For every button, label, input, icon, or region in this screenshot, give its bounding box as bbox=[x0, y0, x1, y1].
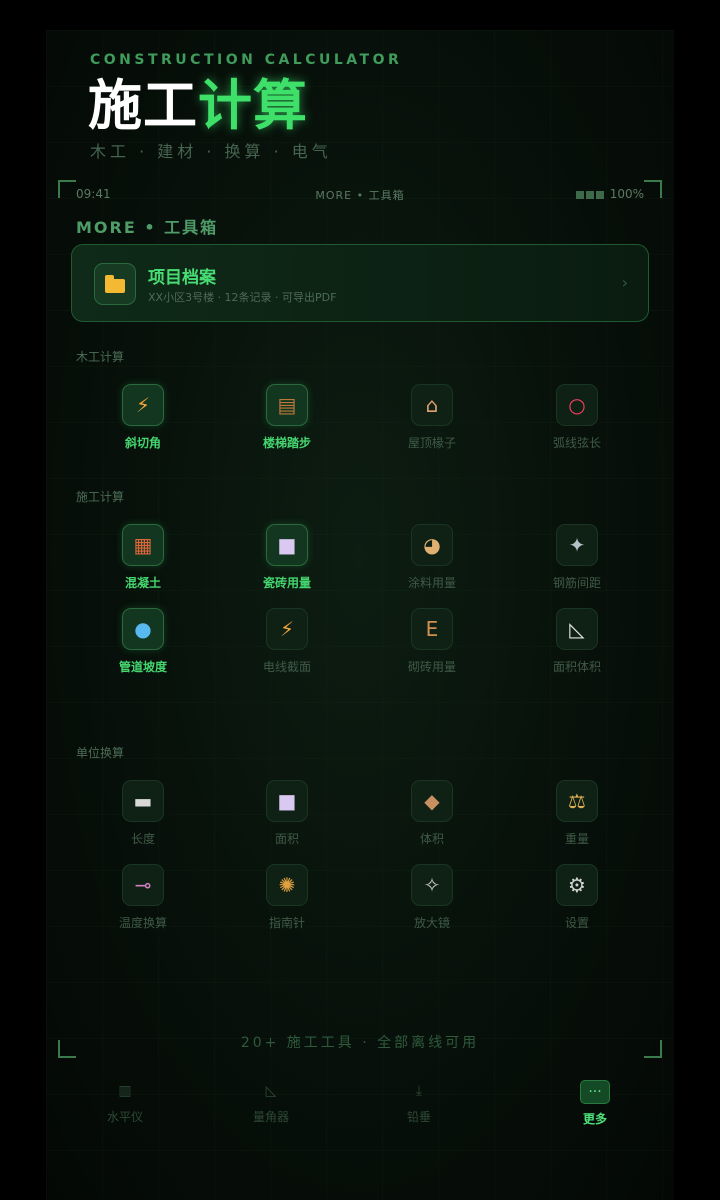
status-center: MORE • 工具箱 bbox=[315, 189, 405, 202]
app-screen: CONSTRUCTION CALCULATOR 施工计算 木工 · 建材 · 换… bbox=[46, 30, 674, 1200]
more-icon: ··· bbox=[580, 1080, 610, 1104]
tool-button[interactable]: ▤ 楼梯踏步 bbox=[232, 384, 342, 451]
tool-button[interactable]: ◺ 面积体积 bbox=[522, 608, 632, 675]
tool-label: 钢筋间距 bbox=[552, 576, 601, 590]
tool-button[interactable]: ■ 面积 bbox=[232, 780, 342, 847]
tool-button[interactable]: ▦ 混凝土 bbox=[88, 524, 198, 591]
tool-button[interactable]: ⚖ 重量 bbox=[522, 780, 632, 847]
tab-label: 量角器 bbox=[252, 1110, 289, 1124]
tab-item[interactable]: ▥ 水平仪 bbox=[70, 1080, 180, 1125]
tool-button[interactable]: ⚡ 斜切角 bbox=[88, 384, 198, 451]
box-icon: ◆ bbox=[411, 780, 453, 822]
lightning-icon: ⚡ bbox=[122, 384, 164, 426]
tool-label: 设置 bbox=[564, 916, 589, 930]
tool-label: 电线截面 bbox=[262, 660, 311, 674]
circle-icon: ○ bbox=[556, 384, 598, 426]
tool-label: 面积 bbox=[274, 832, 299, 846]
tool-button[interactable]: E 砌砖用量 bbox=[377, 608, 487, 675]
tool-button[interactable]: ▬ 长度 bbox=[88, 780, 198, 847]
tool-label: 砌砖用量 bbox=[407, 660, 456, 674]
ruler-icon: ▬ bbox=[122, 780, 164, 822]
scale-icon: ⚖ bbox=[556, 780, 598, 822]
tool-button[interactable]: ✦ 钢筋间距 bbox=[522, 524, 632, 591]
plumb-icon: ⤓ bbox=[415, 1083, 423, 1099]
tool-button[interactable]: ○ 弧线弦长 bbox=[522, 384, 632, 451]
thermometer-icon: ⊸ bbox=[122, 864, 164, 906]
tile-icon: ■ bbox=[266, 524, 308, 566]
tool-button[interactable]: ⌂ 屋顶椽子 bbox=[377, 384, 487, 451]
tool-label: 屋顶椽子 bbox=[407, 436, 456, 450]
brick-icon: ▦ bbox=[122, 524, 164, 566]
tool-label: 体积 bbox=[419, 832, 444, 846]
protractor-icon: ◺ bbox=[265, 1083, 277, 1099]
chevron-right-icon: › bbox=[621, 273, 628, 292]
flashlight-icon: ✧ bbox=[411, 864, 453, 906]
brand-title-white: 施工 bbox=[88, 74, 198, 137]
droplet-icon: ● bbox=[122, 608, 164, 650]
house-icon: ⌂ bbox=[411, 384, 453, 426]
tool-button[interactable]: ✺ 指南针 bbox=[232, 864, 342, 931]
rebar-icon: ✦ bbox=[556, 524, 598, 566]
tool-label: 指南针 bbox=[268, 916, 305, 930]
tab-item[interactable]: ··· 更多 bbox=[540, 1080, 650, 1127]
brand-subtitle: CONSTRUCTION CALCULATOR bbox=[90, 52, 403, 68]
tool-label: 温度换算 bbox=[118, 916, 167, 930]
tool-label: 长度 bbox=[130, 832, 155, 846]
frame-corner bbox=[58, 180, 76, 198]
battery-level: 100% bbox=[609, 187, 644, 201]
tab-item[interactable]: ◺ 量角器 bbox=[216, 1080, 326, 1125]
tool-label: 斜切角 bbox=[124, 436, 161, 450]
tool-button[interactable]: ● 管道坡度 bbox=[88, 608, 198, 675]
project-description: XX小区3号楼 · 12条记录 · 可导出PDF bbox=[148, 291, 337, 304]
brand-title: 施工计算 bbox=[88, 74, 308, 138]
group-label: 木工计算 bbox=[76, 350, 125, 364]
tab-label: 铅垂 bbox=[406, 1110, 431, 1124]
brand-title-green: 计算 bbox=[198, 74, 308, 137]
ladder-icon: ▤ bbox=[266, 384, 308, 426]
lightning-icon: ⚡ bbox=[266, 608, 308, 650]
status-bar: 09:41 MORE • 工具箱 100% bbox=[76, 184, 644, 204]
footer-note: 20+ 施工工具 · 全部离线可用 bbox=[240, 1035, 480, 1051]
tool-label: 重量 bbox=[564, 832, 589, 846]
group-label: 单位换算 bbox=[76, 746, 125, 760]
page-title: MORE • 工具箱 bbox=[76, 218, 219, 237]
tool-label: 涂料用量 bbox=[407, 576, 456, 590]
tool-button[interactable]: ✧ 放大镜 bbox=[377, 864, 487, 931]
frame-corner bbox=[644, 180, 662, 198]
square-icon: ■ bbox=[266, 780, 308, 822]
tab-label: 更多 bbox=[582, 1112, 607, 1126]
gear-icon: ⚙ bbox=[556, 864, 598, 906]
tool-label: 面积体积 bbox=[552, 660, 601, 674]
tool-label: 弧线弦长 bbox=[552, 436, 601, 450]
folder-icon bbox=[94, 263, 136, 305]
compass-icon: ✺ bbox=[266, 864, 308, 906]
tool-button[interactable]: ◕ 涂料用量 bbox=[377, 524, 487, 591]
tool-button[interactable]: ◆ 体积 bbox=[377, 780, 487, 847]
tool-button[interactable]: ⚡ 电线截面 bbox=[232, 608, 342, 675]
tool-label: 瓷砖用量 bbox=[262, 576, 311, 590]
tool-button[interactable]: ⚙ 设置 bbox=[522, 864, 632, 931]
bottom-tab-bar: ▥ 水平仪 ◺ 量角器 ⤓ 铅垂 ··· 更多 bbox=[46, 1070, 674, 1150]
project-title: 项目档案 bbox=[148, 268, 216, 288]
tool-button[interactable]: ■ 瓷砖用量 bbox=[232, 524, 342, 591]
project-archive-card[interactable]: 项目档案 XX小区3号楼 · 12条记录 · 可导出PDF › bbox=[71, 244, 649, 322]
tool-label: 放大镜 bbox=[413, 916, 450, 930]
tab-item[interactable]: ⤓ 铅垂 bbox=[364, 1080, 474, 1125]
signal-icon bbox=[575, 187, 606, 201]
tool-label: 楼梯踏步 bbox=[262, 436, 311, 450]
status-right: 100% bbox=[575, 187, 644, 201]
tool-button[interactable]: ⊸ 温度换算 bbox=[88, 864, 198, 931]
triangle-ruler-icon: ◺ bbox=[556, 608, 598, 650]
tool-label: 混凝土 bbox=[124, 576, 161, 590]
tool-label: 管道坡度 bbox=[118, 660, 167, 674]
tab-label: 水平仪 bbox=[106, 1110, 143, 1124]
brick-wall-icon: E bbox=[411, 608, 453, 650]
palette-icon: ◕ bbox=[411, 524, 453, 566]
group-label: 施工计算 bbox=[76, 490, 125, 504]
brand-tags: 木工 · 建材 · 换算 · 电气 bbox=[90, 142, 332, 161]
level-icon: ▥ bbox=[118, 1083, 132, 1099]
